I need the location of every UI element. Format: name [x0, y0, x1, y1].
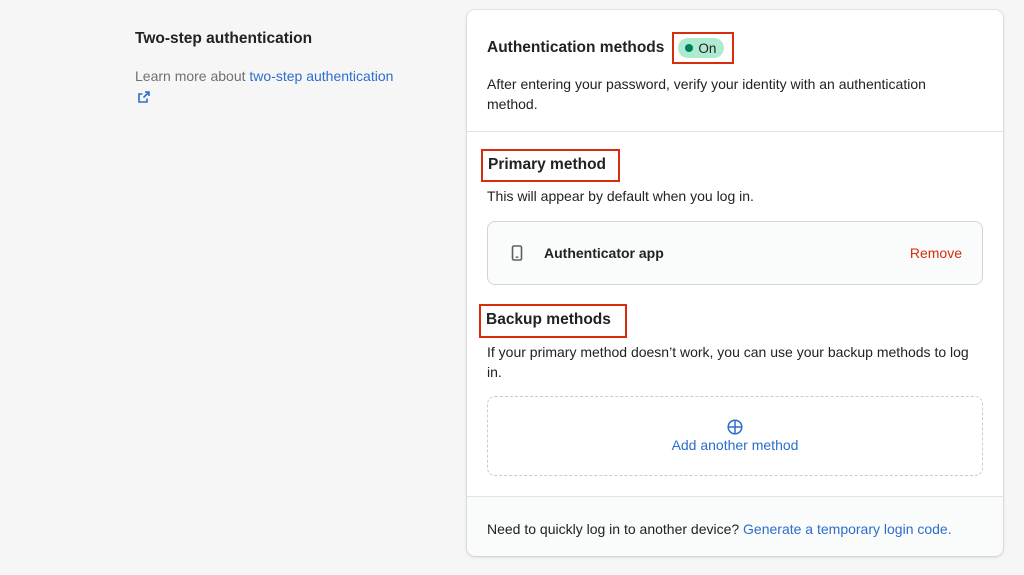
- card-footer: Need to quickly log in to another device…: [467, 496, 1003, 556]
- auth-methods-section: Authentication methods On After entering…: [467, 10, 1003, 132]
- section-aside: Two-step authentication Learn more about…: [135, 28, 395, 106]
- status-badge-highlight: On: [672, 32, 735, 64]
- status-dot-icon: [685, 44, 694, 52]
- auth-methods-description: After entering your password, verify you…: [487, 76, 926, 112]
- learn-more-text: Learn more about two-step authentication: [135, 66, 395, 106]
- add-method-button[interactable]: Add another method: [487, 396, 983, 476]
- footer-text: Need to quickly log in to another device…: [487, 521, 744, 537]
- status-badge: On: [678, 38, 725, 58]
- add-circle-icon: [727, 418, 743, 435]
- mobile-phone-icon: [511, 245, 523, 261]
- temporary-login-code-link[interactable]: Generate a temporary login code.: [743, 521, 952, 537]
- primary-method-row: Authenticator app Remove: [487, 221, 983, 285]
- learn-more-link-label: two-step authentication: [249, 68, 394, 84]
- remove-method-button[interactable]: Remove: [910, 245, 962, 261]
- section-title: Two-step authentication: [135, 30, 313, 47]
- auth-methods-header: Authentication methods On: [487, 32, 735, 64]
- external-link-icon: [138, 91, 150, 103]
- two-step-card: Authentication methods On After entering…: [467, 10, 1003, 556]
- backup-methods-description: If your primary method doesn’t work, you…: [487, 344, 969, 380]
- add-method-label: Add another method: [671, 436, 799, 453]
- primary-method-name: Authenticator app: [544, 245, 664, 261]
- settings-page: Two-step authentication Learn more about…: [0, 0, 1024, 575]
- learn-more-prefix: Learn more about: [135, 68, 250, 84]
- status-badge-label: On: [698, 40, 717, 56]
- primary-method-description: This will appear by default when you log…: [487, 188, 754, 204]
- backup-methods-heading: Backup methods: [479, 304, 627, 338]
- primary-method-heading: Primary method: [481, 149, 620, 182]
- auth-methods-title: Authentication methods: [487, 39, 665, 56]
